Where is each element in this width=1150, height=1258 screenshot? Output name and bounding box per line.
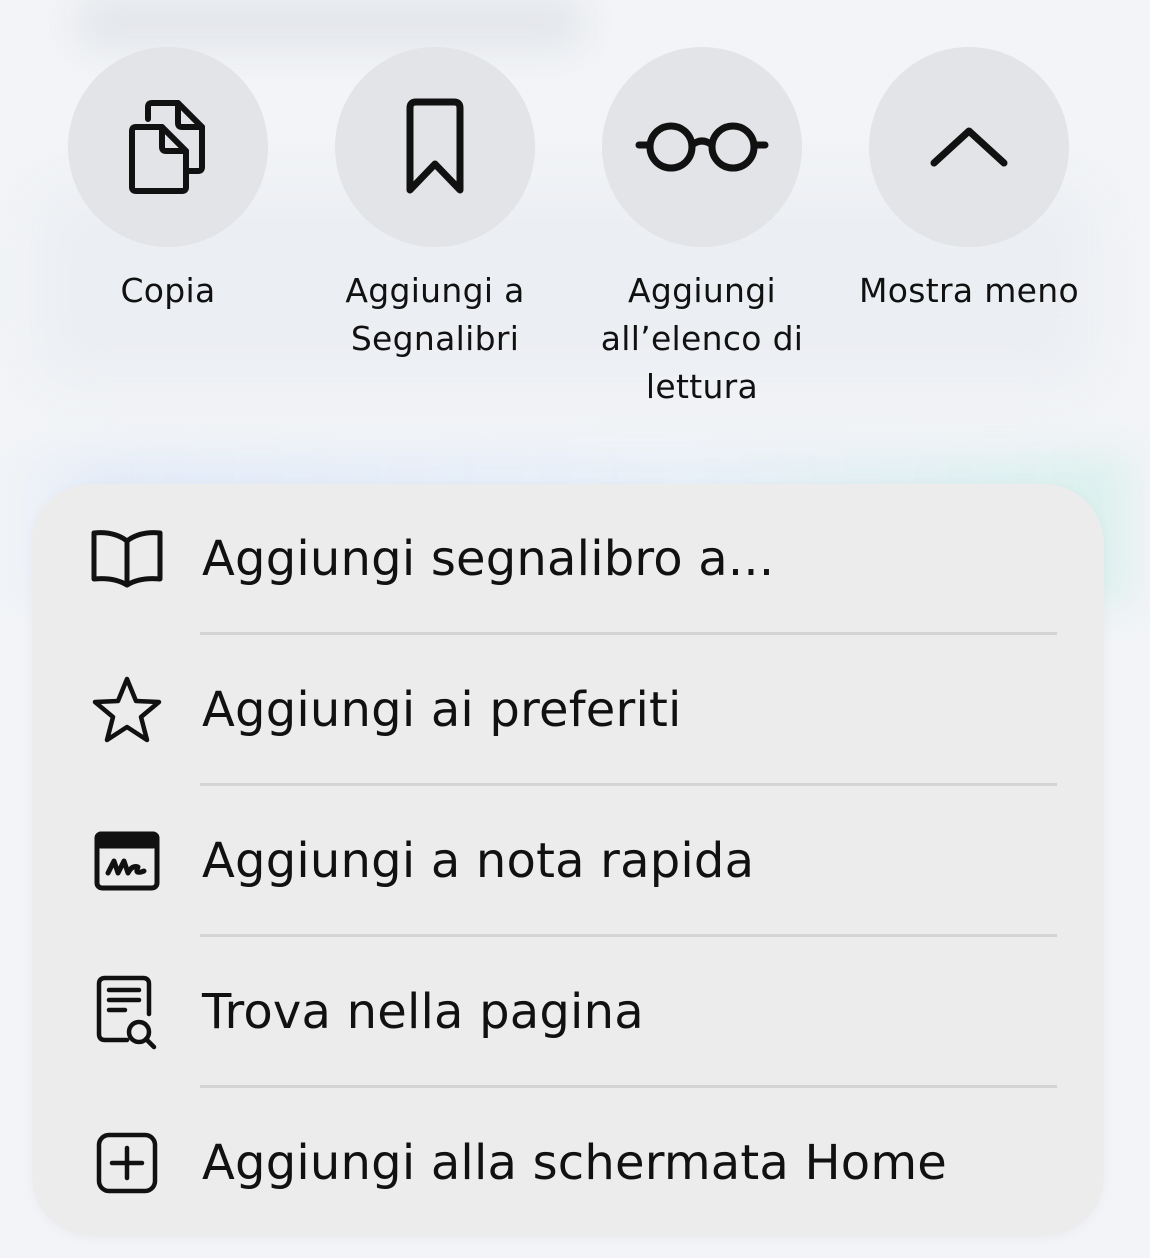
copy-action[interactable]: Copia bbox=[48, 47, 288, 315]
menu-item-add-favorites[interactable]: Aggiungi ai preferiti bbox=[32, 635, 1104, 786]
quick-note-icon bbox=[90, 824, 164, 898]
add-square-icon bbox=[90, 1126, 164, 1200]
menu-item-quick-note[interactable]: Aggiungi a nota rapida bbox=[32, 786, 1104, 937]
show-less-action[interactable]: Mostra meno bbox=[849, 47, 1089, 315]
menu-item-bookmark-to[interactable]: Aggiungi segnalibro a... bbox=[32, 484, 1104, 635]
bookmark-icon bbox=[402, 98, 468, 196]
reading-list-button[interactable] bbox=[602, 47, 802, 247]
add-bookmark-label: Aggiungi a Segnalibri bbox=[345, 271, 525, 358]
menu-item-label: Aggiungi alla schermata Home bbox=[202, 1135, 948, 1191]
actions-menu: Aggiungi segnalibro a... Aggiungi ai pre… bbox=[32, 484, 1104, 1236]
copy-label: Copia bbox=[120, 271, 216, 310]
background-blur-top bbox=[80, 0, 580, 45]
menu-item-find-in-page[interactable]: Trova nella pagina bbox=[32, 937, 1104, 1088]
find-in-page-icon bbox=[90, 975, 164, 1050]
show-less-label: Mostra meno bbox=[859, 271, 1079, 310]
book-icon bbox=[90, 522, 164, 596]
reading-list-label: Aggiungi all’elenco di lettura bbox=[600, 271, 804, 406]
chevron-up-icon bbox=[929, 125, 1009, 169]
menu-item-label: Trova nella pagina bbox=[202, 984, 644, 1040]
show-less-button[interactable] bbox=[869, 47, 1069, 247]
copy-button[interactable] bbox=[68, 47, 268, 247]
add-bookmark-action[interactable]: Aggiungi a Segnalibri bbox=[315, 47, 555, 363]
menu-item-add-home-screen[interactable]: Aggiungi alla schermata Home bbox=[32, 1088, 1104, 1236]
menu-item-label: Aggiungi ai preferiti bbox=[202, 682, 682, 738]
reading-list-action[interactable]: Aggiungi all’elenco di lettura bbox=[582, 47, 822, 411]
menu-item-label: Aggiungi segnalibro a... bbox=[202, 531, 775, 587]
glasses-icon bbox=[635, 119, 769, 175]
add-bookmark-button[interactable] bbox=[335, 47, 535, 247]
star-icon bbox=[90, 673, 164, 747]
copy-icon bbox=[126, 97, 210, 197]
menu-item-label: Aggiungi a nota rapida bbox=[202, 833, 755, 889]
